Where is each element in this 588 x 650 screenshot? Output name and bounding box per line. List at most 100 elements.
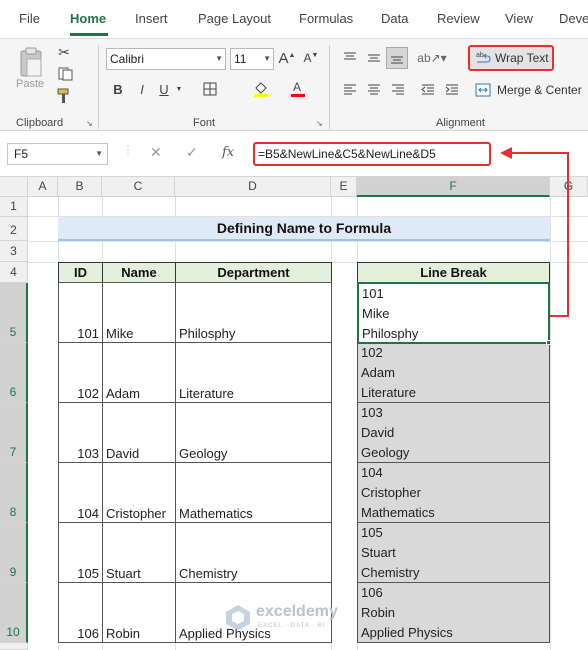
- line-break-cell[interactable]: 102 Adam Literature: [357, 342, 550, 403]
- tab-view[interactable]: View: [505, 11, 533, 26]
- cell-value: Cristopher: [106, 506, 166, 521]
- cell-name[interactable]: Cristopher: [102, 462, 176, 523]
- font-color-button[interactable]: A: [287, 79, 309, 99]
- cell-name[interactable]: Stuart: [102, 522, 176, 583]
- enter-check-icon[interactable]: ✓: [186, 144, 198, 161]
- orientation-button[interactable]: ab↗▾: [417, 48, 446, 68]
- tab-developer[interactable]: Deve: [559, 11, 588, 26]
- top-align-icon: [344, 52, 356, 60]
- sheet-title[interactable]: Defining Name to Formula: [58, 217, 550, 241]
- decrease-indent-icon: [421, 84, 434, 95]
- exceldemy-logo-icon: [226, 605, 250, 630]
- row-header-5[interactable]: 5: [0, 283, 28, 343]
- row-header-7[interactable]: 7: [0, 403, 28, 463]
- line-break-line: 103: [361, 405, 383, 420]
- clipboard-launcher-icon[interactable]: ↘: [86, 119, 93, 128]
- underline-button[interactable]: U: [156, 79, 172, 99]
- cell-id[interactable]: 104: [58, 462, 103, 523]
- format-painter-button[interactable]: [54, 87, 74, 105]
- font-size-select[interactable]: 11 ▼: [230, 48, 274, 70]
- merge-center-label: Merge & Center: [497, 83, 582, 97]
- cell-id[interactable]: 101: [58, 282, 103, 343]
- select-all-corner[interactable]: [0, 177, 28, 197]
- row-header-10[interactable]: 10: [0, 583, 28, 643]
- cell-name[interactable]: Robin: [102, 582, 176, 643]
- cell-value: 104: [77, 506, 99, 521]
- middle-align-button[interactable]: [364, 48, 384, 68]
- cell-department[interactable]: Chemistry: [175, 522, 332, 583]
- merge-center-button[interactable]: Merge & Center: [470, 79, 582, 101]
- row-number: 2: [10, 223, 17, 237]
- row-header-6[interactable]: 6: [0, 343, 28, 403]
- row-header-8[interactable]: 8: [0, 463, 28, 523]
- header-department[interactable]: Department: [175, 262, 332, 283]
- cell-id[interactable]: 106: [58, 582, 103, 643]
- line-break-line: Literature: [361, 385, 416, 400]
- cell-id[interactable]: 103: [58, 402, 103, 463]
- decrease-font-size-button[interactable]: A▼: [302, 48, 320, 68]
- cell-department[interactable]: Geology: [175, 402, 332, 463]
- align-right-button[interactable]: [388, 79, 408, 99]
- cell-id[interactable]: 105: [58, 522, 103, 583]
- column-header-e[interactable]: E: [331, 177, 357, 197]
- header-name[interactable]: Name: [102, 262, 176, 283]
- underline-dropdown[interactable]: ▼: [174, 79, 184, 99]
- line-break-cell[interactable]: 106 Robin Applied Physics: [357, 582, 550, 643]
- cancel-icon[interactable]: ✕: [150, 144, 162, 161]
- copy-button[interactable]: [54, 65, 78, 83]
- fill-color-button[interactable]: [250, 79, 272, 99]
- line-break-line: 102: [361, 345, 383, 360]
- font-launcher-icon[interactable]: ↘: [316, 119, 323, 128]
- cell-value: Adam: [106, 386, 140, 401]
- font-name-select[interactable]: Calibri ▼: [106, 48, 226, 70]
- cell-department[interactable]: Philosphy: [175, 282, 332, 343]
- tab-formulas[interactable]: Formulas: [299, 11, 353, 26]
- tab-review[interactable]: Review: [437, 11, 480, 26]
- align-left-button[interactable]: [340, 79, 360, 99]
- cell-value: Philosphy: [179, 326, 236, 341]
- row-header-1[interactable]: 1: [0, 197, 28, 217]
- tab-insert[interactable]: Insert: [135, 11, 168, 26]
- insert-function-icon[interactable]: fx: [222, 145, 234, 160]
- borders-icon: [203, 82, 217, 96]
- bottom-align-button[interactable]: [386, 47, 408, 69]
- decrease-indent-button[interactable]: [418, 79, 438, 99]
- cell-name[interactable]: David: [102, 402, 176, 463]
- column-header-d[interactable]: D: [175, 177, 331, 197]
- increase-font-size-button[interactable]: A▲: [278, 48, 296, 68]
- header-id[interactable]: ID: [58, 262, 103, 283]
- column-header-c[interactable]: C: [102, 177, 175, 197]
- italic-button[interactable]: I: [134, 79, 150, 99]
- paste-button[interactable]: [14, 43, 48, 81]
- cell-department[interactable]: Literature: [175, 342, 332, 403]
- decrease-font-icon: A▼: [303, 51, 319, 65]
- row-header-4[interactable]: 4: [0, 262, 28, 283]
- row-header-2[interactable]: 2: [0, 217, 28, 241]
- column-header-a[interactable]: A: [28, 177, 58, 197]
- row-header-11[interactable]: [0, 643, 28, 650]
- cell-id[interactable]: 102: [58, 342, 103, 403]
- cell-name[interactable]: Mike: [102, 282, 176, 343]
- cut-button[interactable]: ✂: [54, 43, 74, 61]
- line-break-cell[interactable]: 105 Stuart Chemistry: [357, 522, 550, 583]
- cell-value: Literature: [179, 386, 234, 401]
- cell-name[interactable]: Adam: [102, 342, 176, 403]
- row-header-3[interactable]: 3: [0, 241, 28, 262]
- top-align-button[interactable]: [340, 48, 360, 68]
- tab-page-layout[interactable]: Page Layout: [198, 11, 271, 26]
- line-break-cell[interactable]: 104 Cristopher Mathematics: [357, 462, 550, 523]
- cell-department[interactable]: Mathematics: [175, 462, 332, 523]
- increase-indent-button[interactable]: [442, 79, 462, 99]
- tab-file[interactable]: File: [19, 11, 40, 26]
- row-header-9[interactable]: 9: [0, 523, 28, 583]
- bold-button[interactable]: B: [110, 79, 126, 99]
- column-header-b[interactable]: B: [58, 177, 102, 197]
- bottom-align-icon: [391, 56, 403, 64]
- tab-home[interactable]: Home: [70, 11, 106, 26]
- borders-button[interactable]: [200, 80, 220, 98]
- line-break-cell[interactable]: 103 David Geology: [357, 402, 550, 463]
- fill-handle[interactable]: [546, 340, 551, 345]
- align-center-button[interactable]: [364, 79, 384, 99]
- name-box[interactable]: F5 ▼: [7, 143, 108, 165]
- tab-data[interactable]: Data: [381, 11, 408, 26]
